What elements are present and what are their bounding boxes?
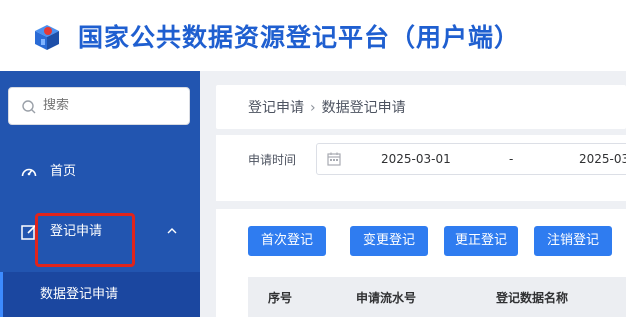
breadcrumb-item-current: 数据登记申请 <box>321 100 406 116</box>
date-start[interactable]: 2025-03-01 <box>381 152 451 166</box>
table-card: 首次登记 变更登记 更正登记 注销登记 序号 申请流水号 登记数据名称 <box>216 209 626 317</box>
search-icon <box>22 100 36 114</box>
column-header-index: 序号 <box>268 291 293 305</box>
app-header: 国家公共数据资源登记平台（用户端） <box>0 0 626 71</box>
search-input[interactable] <box>43 98 173 113</box>
filter-card: 申请时间 2025-03-01 - 2025-03- <box>216 135 626 201</box>
sidebar-subitem-label: 数据登记申请 <box>40 287 119 302</box>
search-box[interactable] <box>8 87 190 125</box>
breadcrumb-card: 登记申请 › 数据登记申请 <box>216 85 626 129</box>
sidebar-item-home[interactable]: 首页 <box>0 152 200 192</box>
table-header: 序号 申请流水号 登记数据名称 <box>248 277 626 317</box>
breadcrumb-item[interactable]: 登记申请 <box>248 100 304 116</box>
change-registration-button[interactable]: 变更登记 <box>350 226 428 256</box>
breadcrumb-separator-icon: › <box>310 100 316 116</box>
date-range-separator: - <box>509 152 514 166</box>
sidebar: 首页 登记申请 数据登记申请 <box>0 71 200 317</box>
breadcrumb: 登记申请 › 数据登记申请 <box>248 97 406 117</box>
correction-registration-button[interactable]: 更正登记 <box>444 226 518 256</box>
filter-label: 申请时间 <box>248 153 297 167</box>
column-header-serial-number: 申请流水号 <box>356 291 417 305</box>
highlight-box <box>35 213 135 267</box>
platform-logo-icon <box>35 25 59 50</box>
column-header-data-name: 登记数据名称 <box>496 291 569 305</box>
date-range-picker[interactable]: 2025-03-01 - 2025-03- <box>316 143 626 175</box>
sidebar-subitem-data-registration[interactable]: 数据登记申请 <box>0 272 200 317</box>
active-indicator <box>0 272 3 317</box>
cancel-registration-button[interactable]: 注销登记 <box>534 226 612 256</box>
chevron-up-icon <box>167 228 177 234</box>
main-content: 登记申请 › 数据登记申请 申请时间 2025-03-01 - 2025-03- 首… <box>200 71 626 317</box>
calendar-icon <box>327 152 341 166</box>
date-end[interactable]: 2025-03- <box>579 152 626 166</box>
app-title: 国家公共数据资源登记平台（用户端） <box>78 23 521 52</box>
dashboard-icon <box>21 168 37 177</box>
first-registration-button[interactable]: 首次登记 <box>248 226 326 256</box>
sidebar-item-label: 首页 <box>50 164 77 179</box>
